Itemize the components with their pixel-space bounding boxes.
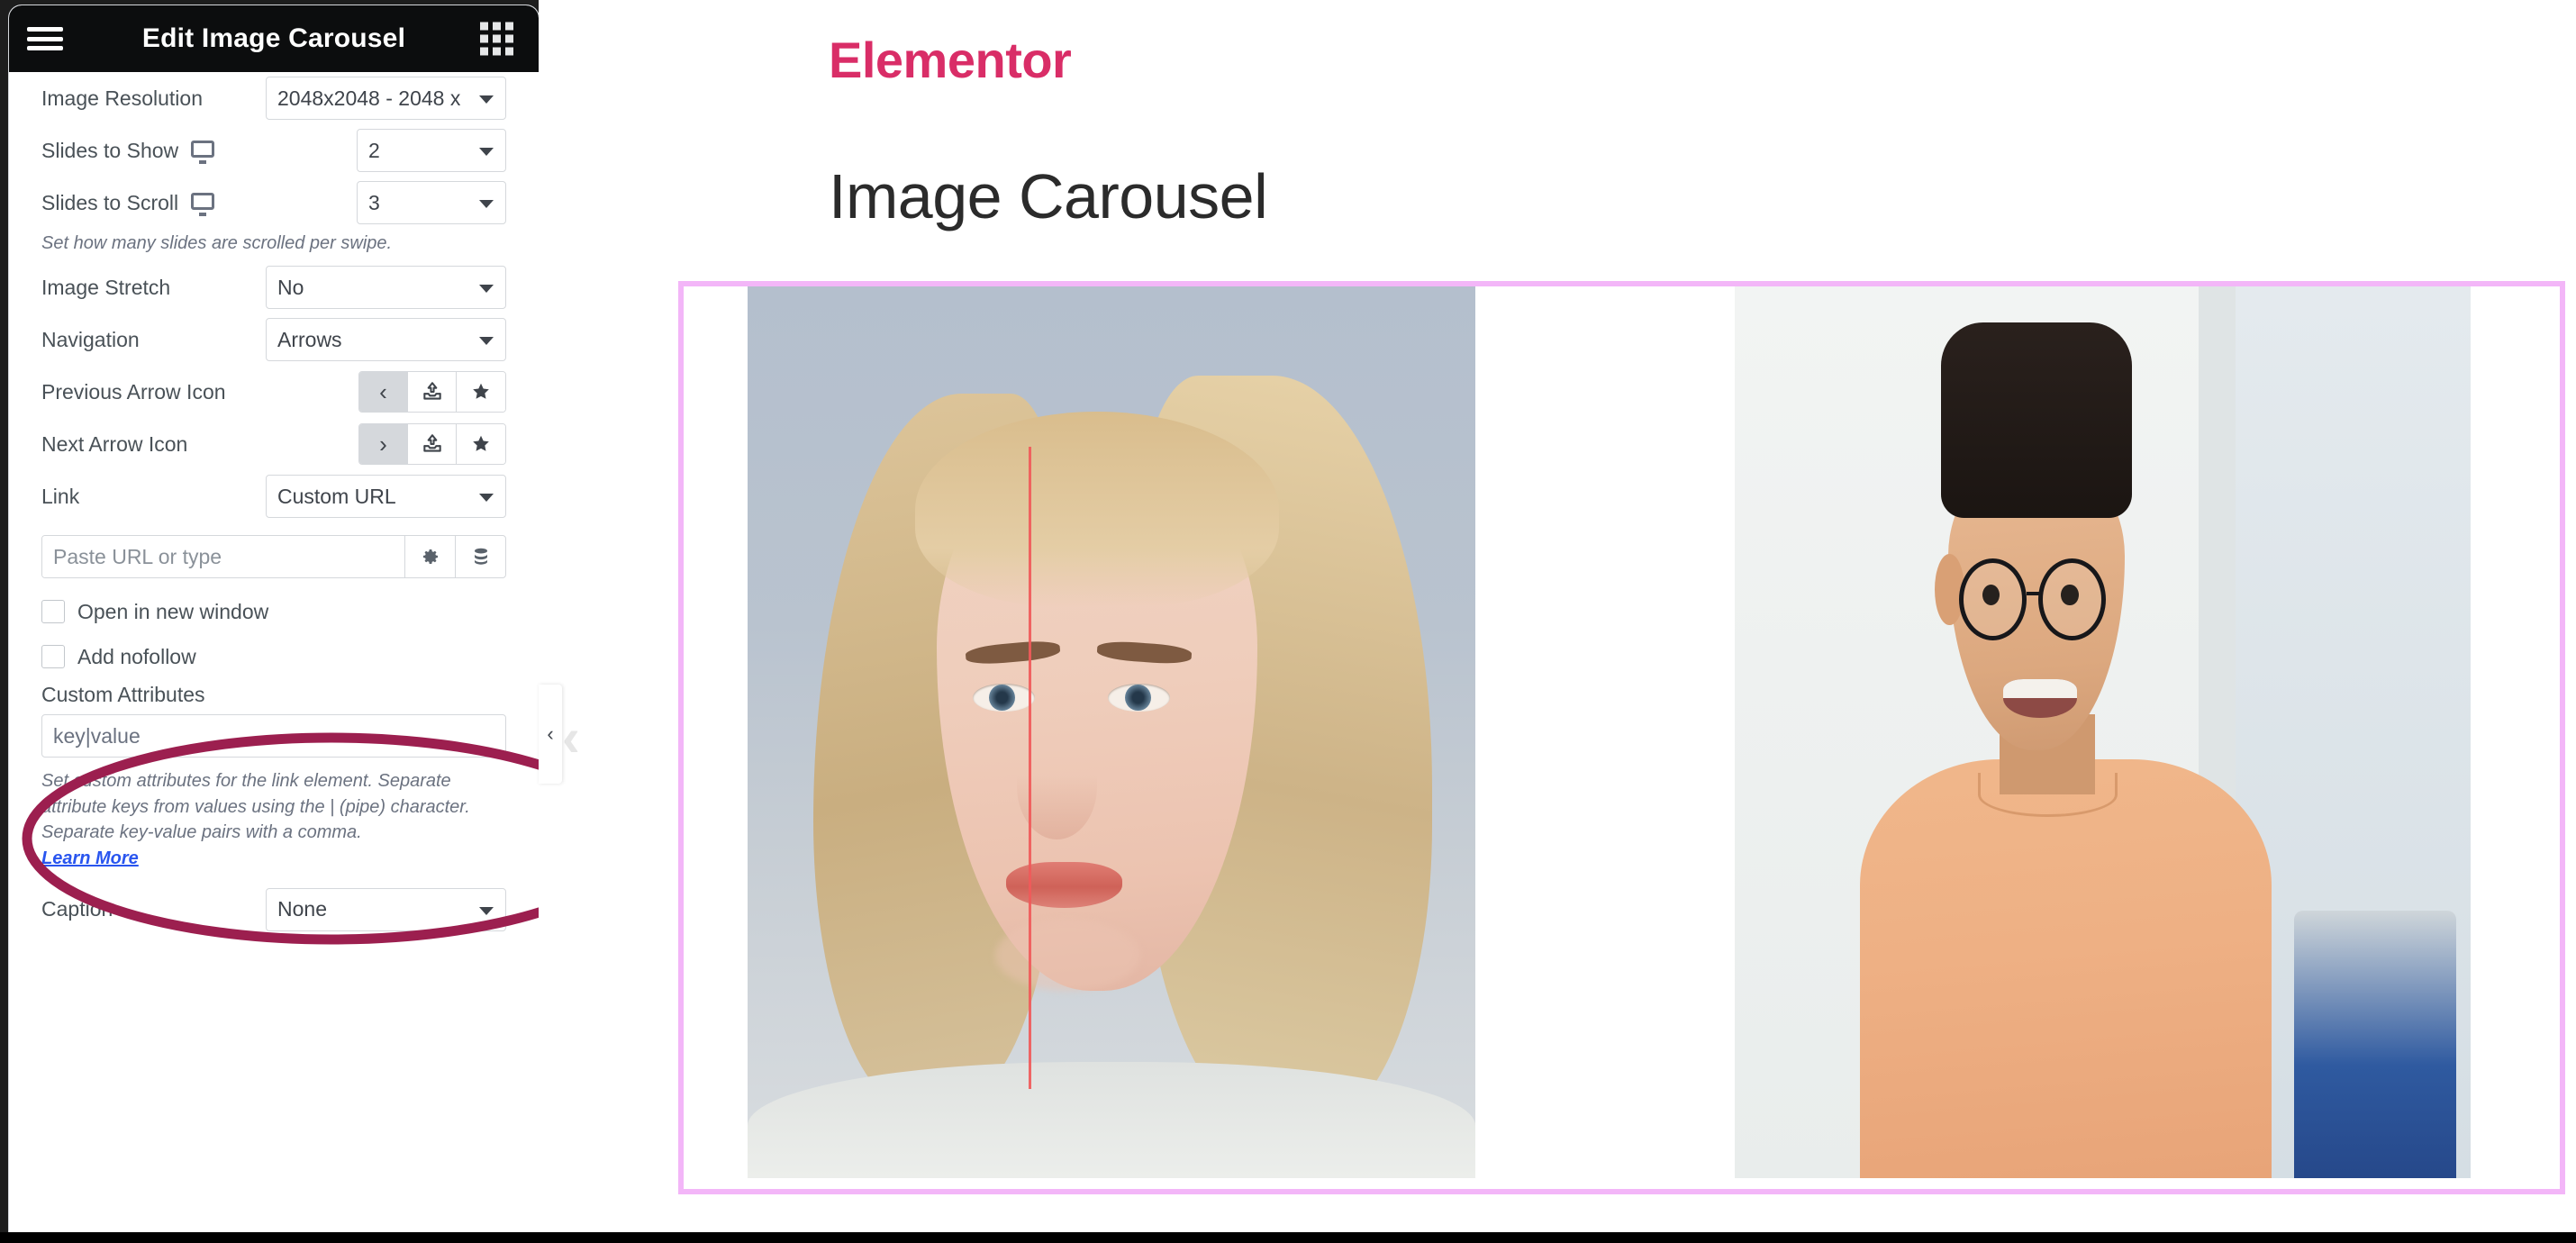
- image-carousel-widget[interactable]: ‹: [562, 281, 2565, 1194]
- window-bottom-bar: [0, 1232, 2576, 1243]
- carousel-slide-1[interactable]: [748, 286, 1475, 1178]
- panel-body: Image Resolution 2048x2048 - 2048 x Slid…: [9, 72, 539, 1238]
- slides-to-scroll-label: Slides to Scroll: [41, 190, 179, 214]
- image-resolution-label: Image Resolution: [41, 86, 203, 110]
- desktop-monitor-icon[interactable]: [191, 141, 215, 164]
- site-preview: Elementor Image Carousel ‹: [539, 0, 2576, 1243]
- image-stretch-label: Image Stretch: [41, 275, 171, 299]
- caption-label: Caption: [41, 897, 113, 921]
- url-field-row: [41, 535, 506, 579]
- slides-to-scroll-description: Set how many slides are scrolled per swi…: [41, 233, 393, 253]
- previous-arrow-icon-group: ‹: [358, 371, 506, 413]
- control-previous-arrow-icon: Previous Arrow Icon ‹: [41, 366, 506, 418]
- slides-to-show-select[interactable]: 2: [357, 129, 506, 172]
- panel-header: Edit Image Carousel: [9, 5, 539, 72]
- image-resolution-value: 2048x2048 - 2048 x: [277, 86, 461, 110]
- upload-icon[interactable]: [408, 424, 457, 465]
- database-stack-icon[interactable]: [455, 536, 505, 578]
- control-slides-to-scroll: Slides to Scroll 3: [41, 177, 506, 229]
- navigation-select[interactable]: Arrows: [266, 318, 506, 362]
- hamburger-icon[interactable]: [27, 24, 63, 53]
- navigation-label: Navigation: [41, 327, 140, 351]
- gear-icon[interactable]: [404, 536, 455, 578]
- page-title: Image Carousel: [829, 161, 1268, 231]
- control-slides-to-show: Slides to Show 2: [41, 124, 506, 177]
- desktop-monitor-icon[interactable]: [191, 193, 215, 216]
- elementor-editor-panel: Edit Image Carousel Image Resolution 204…: [9, 5, 539, 1238]
- url-input[interactable]: [42, 536, 404, 578]
- link-select[interactable]: Custom URL: [266, 475, 506, 519]
- navigation-value: Arrows: [277, 327, 342, 351]
- custom-attributes-label: Custom Attributes: [41, 683, 205, 707]
- control-image-resolution: Image Resolution 2048x2048 - 2048 x: [41, 72, 506, 124]
- chevron-down-icon: [479, 148, 494, 156]
- editor-app: Edit Image Carousel Image Resolution 204…: [0, 0, 2576, 1243]
- next-arrow-icon-label: Next Arrow Icon: [41, 431, 188, 456]
- caption-select[interactable]: None: [266, 887, 506, 931]
- control-caption: Caption None: [41, 884, 506, 936]
- site-brand: Elementor: [829, 32, 1072, 88]
- upload-icon[interactable]: [408, 372, 457, 413]
- caption-value: None: [277, 897, 327, 921]
- slides-to-show-label: Slides to Show: [41, 138, 179, 162]
- control-navigation: Navigation Arrows: [41, 313, 506, 366]
- add-nofollow-label[interactable]: Add nofollow: [77, 645, 196, 669]
- open-in-new-window-checkbox[interactable]: [41, 600, 65, 624]
- panel-title: Edit Image Carousel: [141, 23, 406, 53]
- link-label: Link: [41, 484, 80, 508]
- custom-attributes-input[interactable]: [41, 714, 506, 758]
- custom-attributes-description: Set custom attributes for the link eleme…: [41, 771, 470, 843]
- open-in-new-window-row[interactable]: Open in new window: [41, 589, 506, 634]
- grid-apps-icon[interactable]: [480, 22, 513, 56]
- image-stretch-select[interactable]: No: [266, 266, 506, 310]
- slide-1-image: [748, 286, 1475, 1178]
- control-next-arrow-icon: Next Arrow Icon ›: [41, 418, 506, 470]
- chevron-down-icon: [479, 200, 494, 208]
- carousel-track: ‹: [562, 286, 2560, 1189]
- previous-arrow-icon-label: Previous Arrow Icon: [41, 379, 226, 404]
- chevron-left-icon[interactable]: ‹: [359, 372, 408, 413]
- chevron-down-icon: [479, 494, 494, 503]
- learn-more-link[interactable]: Learn More: [41, 848, 139, 868]
- star-icon[interactable]: [457, 372, 505, 413]
- link-value: Custom URL: [277, 484, 396, 508]
- slides-to-scroll-select[interactable]: 3: [357, 181, 506, 224]
- open-in-new-window-label[interactable]: Open in new window: [77, 600, 268, 624]
- chevron-down-icon: [479, 906, 494, 915]
- slide-2-image: [1735, 286, 2471, 1178]
- carousel-slide-2[interactable]: [1735, 286, 2471, 1178]
- slides-to-scroll-value: 3: [368, 190, 380, 214]
- star-icon[interactable]: [457, 424, 505, 465]
- carousel-prev-arrow[interactable]: ‹: [562, 711, 580, 765]
- image-resolution-select[interactable]: 2048x2048 - 2048 x: [266, 77, 506, 120]
- image-stretch-value: No: [277, 275, 304, 299]
- control-image-stretch: Image Stretch No: [41, 261, 506, 313]
- control-link: Link Custom URL: [41, 470, 506, 522]
- next-arrow-icon-group: ›: [358, 423, 506, 466]
- add-nofollow-checkbox[interactable]: [41, 645, 65, 669]
- chevron-right-icon[interactable]: ›: [359, 424, 408, 465]
- chevron-down-icon: [479, 95, 494, 104]
- add-nofollow-row[interactable]: Add nofollow: [41, 634, 506, 679]
- panel-collapse-handle[interactable]: ‹: [539, 685, 562, 784]
- slides-to-show-value: 2: [368, 138, 380, 162]
- chevron-down-icon: [479, 285, 494, 294]
- chevron-down-icon: [479, 337, 494, 346]
